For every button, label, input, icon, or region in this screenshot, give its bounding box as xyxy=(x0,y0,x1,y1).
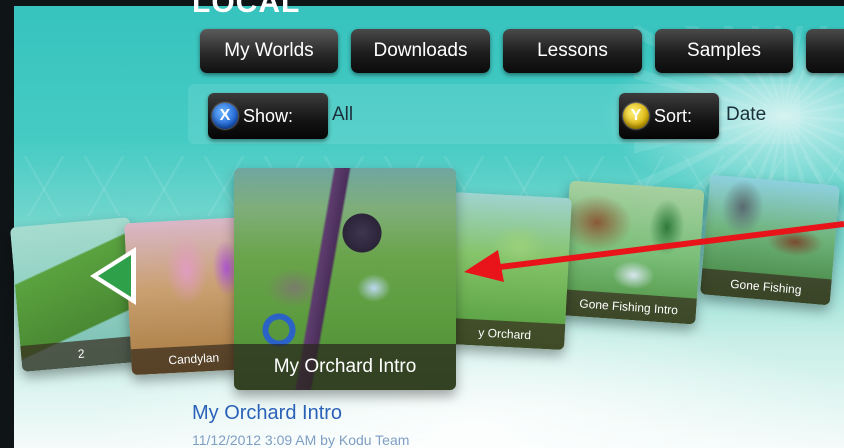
left-arrow-icon[interactable] xyxy=(84,243,140,309)
show-label: Show: xyxy=(243,105,294,126)
x-button-icon: X xyxy=(212,103,238,129)
sort-value: Date xyxy=(726,104,767,125)
tab-my-worlds[interactable]: My Worlds xyxy=(200,29,338,73)
sort-label: Sort: xyxy=(654,105,693,126)
tab-partial-offscreen[interactable] xyxy=(806,29,844,73)
card-label: My Orchard Intro xyxy=(234,344,456,390)
world-card-my-orchard-intro-selected[interactable]: My Orchard Intro xyxy=(234,168,456,390)
red-pointer-arrow-icon xyxy=(464,221,844,282)
sort-button[interactable]: Y Sort: xyxy=(619,93,719,139)
show-filter-button[interactable]: X Show: xyxy=(208,93,328,139)
y-button-icon: Y xyxy=(623,103,649,129)
selected-world-meta: 11/12/2012 3:09 AM by Kodu Team xyxy=(192,432,410,448)
selected-world-name: My Orchard Intro xyxy=(192,402,343,424)
tab-samples[interactable]: Samples xyxy=(655,29,793,73)
show-value: All xyxy=(332,104,354,125)
tab-lessons[interactable]: Lessons xyxy=(503,29,642,73)
tab-downloads[interactable]: Downloads xyxy=(351,29,490,73)
page-title: LOCAL xyxy=(192,0,301,19)
